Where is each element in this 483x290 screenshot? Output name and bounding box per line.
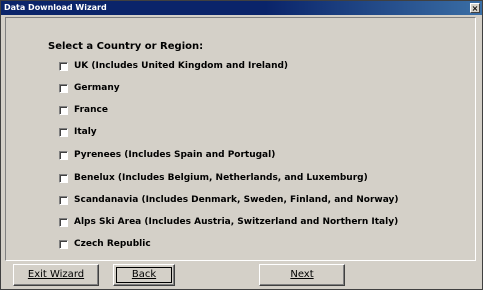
checkbox[interactable]	[59, 61, 68, 71]
option-label: Germany	[74, 83, 120, 93]
checkbox[interactable]	[59, 105, 68, 115]
option-alps[interactable]: Alps Ski Area (Includes Austria, Switzer…	[59, 216, 398, 228]
option-scandanavia[interactable]: Scandanavia (Includes Denmark, Sweden, F…	[59, 194, 399, 206]
option-label: Scandanavia (Includes Denmark, Sweden, F…	[74, 195, 399, 205]
region-prompt: Select a Country or Region:	[48, 41, 204, 52]
checkbox[interactable]	[59, 217, 68, 227]
option-germany[interactable]: Germany	[59, 82, 120, 94]
option-label: Czech Republic	[74, 239, 151, 249]
close-icon[interactable]: ×	[470, 3, 480, 13]
checkbox[interactable]	[59, 239, 68, 249]
option-label: Italy	[74, 127, 97, 137]
option-label: France	[74, 105, 108, 115]
checkbox[interactable]	[59, 127, 68, 137]
option-france[interactable]: France	[59, 104, 108, 116]
window-title: Data Download Wizard	[4, 3, 107, 12]
checkbox[interactable]	[59, 173, 68, 183]
checkbox[interactable]	[59, 150, 68, 160]
checkbox[interactable]	[59, 195, 68, 205]
option-pyrenees[interactable]: Pyrenees (Includes Spain and Portugal)	[59, 149, 275, 161]
back-button[interactable]: Back	[113, 264, 175, 286]
checkbox[interactable]	[59, 83, 68, 93]
wizard-window: Data Download Wizard × Select a Country …	[0, 0, 483, 290]
option-label: UK (Includes United Kingdom and Ireland)	[74, 61, 289, 71]
option-uk[interactable]: UK (Includes United Kingdom and Ireland)	[59, 60, 288, 72]
exit-wizard-button[interactable]: Exit Wizard	[13, 264, 99, 286]
option-label: Pyrenees (Includes Spain and Portugal)	[74, 150, 276, 160]
title-bar: Data Download Wizard ×	[1, 1, 482, 15]
option-italy[interactable]: Italy	[59, 126, 97, 138]
option-benelux[interactable]: Benelux (Includes Belgium, Netherlands, …	[59, 172, 368, 184]
option-label: Alps Ski Area (Includes Austria, Switzer…	[74, 217, 399, 227]
option-czech[interactable]: Czech Republic	[59, 238, 151, 250]
option-label: Benelux (Includes Belgium, Netherlands, …	[74, 173, 368, 183]
next-button[interactable]: Next	[259, 264, 345, 286]
